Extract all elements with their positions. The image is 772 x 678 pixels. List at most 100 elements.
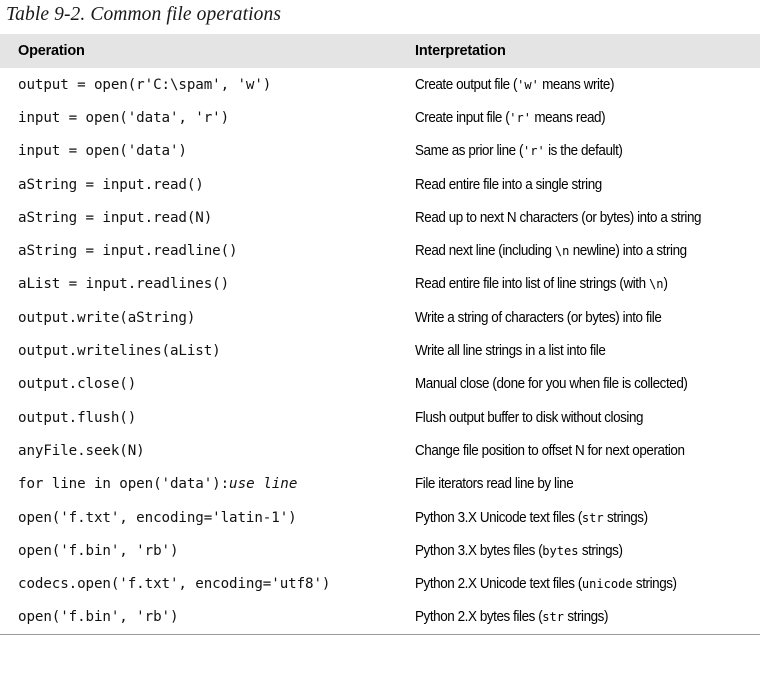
table-row: open('f.bin', 'rb') Python 2.X bytes file… [0,600,760,636]
inline-code: 'w' [517,77,539,93]
inline-text: Write a string of characters (or bytes) … [415,309,662,326]
table-row: output.flush() Flush output buffer to dis… [0,401,760,434]
cell-operation-text: open('f.txt', encoding='latin-1') [18,509,297,526]
inline-text: strings) [603,509,648,526]
cell-operation-text: input = open('data', 'r') [18,109,230,126]
cell-operation-text: codecs.open('f.txt', encoding='utf8') [18,576,331,593]
cell-interpretation: Create input file ('r' means read) [415,101,739,134]
cell-operation: input = open('data') [0,135,415,168]
inline-text: is the default) [544,143,623,160]
inline-text: Same as prior line ( [415,143,524,160]
inline-text: Python 2.X Unicode text files ( [415,576,582,593]
column-header-interpretation: Interpretation [415,34,760,68]
cell-interpretation: Flush output buffer to disk without clos… [415,401,739,434]
cell-interpretation: Python 3.X bytes files (bytes strings) [415,534,739,567]
cell-operation: input = open('data', 'r') [0,101,415,134]
table-header: Operation Interpretation [0,34,760,68]
table-row: output.close() Manual close (done for you… [0,368,760,401]
cell-operation: open('f.txt', encoding='latin-1') [0,501,415,534]
table-row: aList = input.readlines() Read entire fil… [0,268,760,301]
table-row: output = open(r'C:\spam', 'w') Create out… [0,68,760,101]
cell-operation: aString = input.read(N) [0,201,415,234]
inline-text: strings) [578,542,623,559]
inline-text: Python 3.X Unicode text files ( [415,509,582,526]
table-row: open('f.bin', 'rb') Python 3.X bytes file… [0,534,760,567]
cell-operation: aString = input.readline() [0,234,415,267]
cell-operation-text: anyFile.seek(N) [18,442,145,459]
table-header-row: Operation Interpretation [0,34,760,68]
table-row: input = open('data') Same as prior line (… [0,135,760,168]
cell-operation-text: aList = input.readlines() [18,276,230,293]
table-row: output.writelines(aList) Write all line s… [0,334,760,367]
cell-operation-text: aString = input.read() [18,176,204,193]
cell-operation-text: output = open(r'C:\spam', 'w') [18,76,272,93]
inline-code: 'r' [523,144,545,160]
cell-operation: aString = input.read() [0,168,415,201]
cell-interpretation: Read entire file into list of line strin… [415,268,739,301]
cell-interpretation: Manual close (done for you when file is … [415,368,739,401]
inline-text: File iterators read line by line [415,476,574,493]
column-header-operation-label: Operation [18,43,85,59]
cell-interpretation: Read up to next N characters (or bytes) … [415,201,739,234]
inline-text: strings) [632,576,677,593]
inline-code: \n [554,244,570,260]
inline-code-italic: use line [229,476,298,493]
inline-code: str [581,510,604,526]
inline-text: Read up to next N characters (or bytes) … [415,209,702,226]
cell-operation: anyFile.seek(N) [0,434,415,467]
inline-text: Read next line (including [415,243,555,260]
cell-operation: output.write(aString) [0,301,415,334]
inline-code: 'r' [509,110,532,126]
cell-interpretation: Write all line strings in a list into fi… [415,334,739,367]
cell-operation: output.close() [0,368,415,401]
inline-code: str [542,610,565,626]
cell-operation: for line in open('data'):use line [0,468,415,501]
inline-text: Manual close (done for you when file is … [415,376,688,393]
column-header-operation: Operation [0,34,415,68]
cell-operation-text: output.close() [18,376,137,393]
cell-operation: open('f.bin', 'rb') [0,534,415,567]
table-row: input = open('data', 'r') Create input fi… [0,101,760,134]
inline-text: Python 2.X bytes files ( [415,609,543,626]
table-row: output.write(aString) Write a string of c… [0,301,760,334]
inline-text: Create input file ( [415,109,510,126]
cell-interpretation: Python 2.X bytes files (str strings) [415,600,740,636]
inline-text: Read entire file into list of line strin… [415,276,649,293]
inline-code: bytes [542,543,579,559]
inline-text: Change file position to offset N for nex… [415,442,685,459]
inline-text: means read) [531,109,606,126]
inline-text: newline) into a string [569,243,687,260]
table-row: for line in open('data'):use line File it… [0,468,760,501]
cell-operation: codecs.open('f.txt', encoding='utf8') [0,567,415,600]
inline-text: ) [663,276,668,293]
table-row: aString = input.read(N) Read up to next N… [0,201,760,234]
cell-interpretation: Python 2.X Unicode text files (unicode s… [415,567,739,600]
cell-operation: aList = input.readlines() [0,268,415,301]
cell-operation-text: open('f.bin', 'rb') [18,542,179,559]
file-operations-table: Operation Interpretation output = open(r… [0,34,760,636]
inline-code: \n [648,277,664,293]
table-row: codecs.open('f.txt', encoding='utf8') Pyt… [0,567,760,600]
table-row: aString = input.readline() Read next line… [0,234,760,267]
inline-code: for line in open('data'): [18,476,230,493]
inline-code: unicode [581,577,633,593]
cell-interpretation: Same as prior line ('r' is the default) [415,135,739,168]
cell-operation-text: output.flush() [18,409,137,426]
inline-text: Write all line strings in a list into fi… [415,343,606,360]
cell-operation: output.flush() [0,401,415,434]
table-row: aString = input.read() Read entire file i… [0,168,760,201]
cell-operation-text: output.write(aString) [18,309,196,326]
cell-interpretation: Change file position to offset N for nex… [415,434,739,467]
table-body: output = open(r'C:\spam', 'w') Create out… [0,68,760,636]
cell-interpretation: Create output file ('w' means write) [415,68,739,101]
table-container: Operation Interpretation output = open(r… [0,34,760,636]
inline-text: strings) [564,609,609,626]
table-row: open('f.txt', encoding='latin-1') Python … [0,501,760,534]
cell-interpretation: Read entire file into a single string [415,168,739,201]
inline-text: Flush output buffer to disk without clos… [415,409,644,426]
cell-operation: output = open(r'C:\spam', 'w') [0,68,415,101]
table-caption: Table 9-2. Common file operations [6,4,282,25]
cell-operation-text: for line in open('data'):use line [0,476,415,492]
inline-text: Python 3.X bytes files ( [415,542,543,559]
cell-interpretation: File iterators read line by line [415,468,739,501]
